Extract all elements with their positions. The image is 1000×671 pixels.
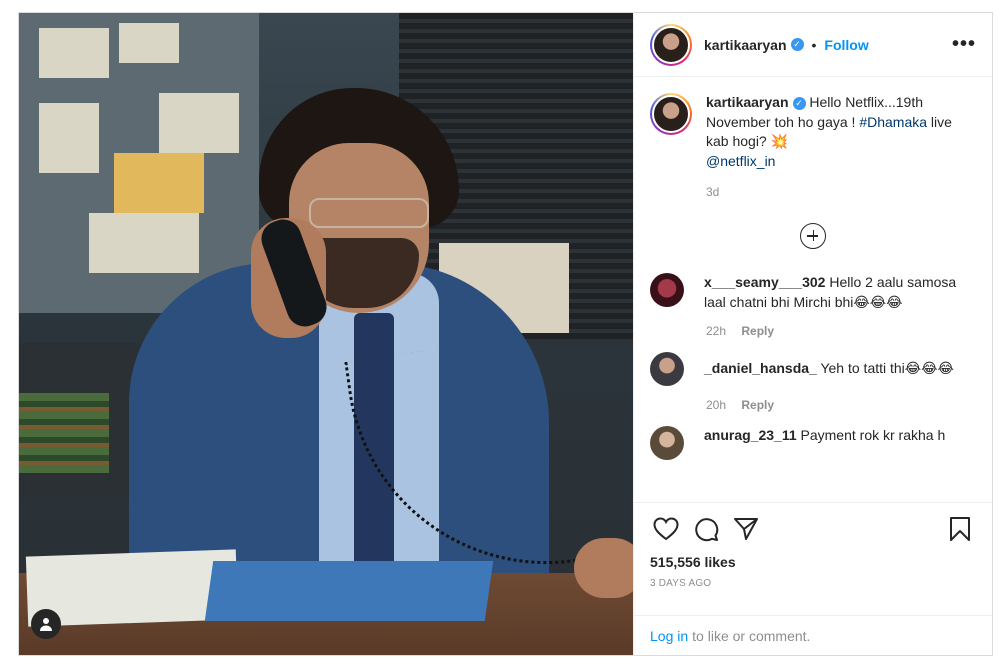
post-photo[interactable] [19, 13, 633, 655]
follow-button[interactable]: Follow [824, 37, 868, 53]
login-prompt: Log in to like or comment. [634, 615, 992, 655]
avatar[interactable] [650, 352, 684, 386]
reply-button[interactable]: Reply [741, 324, 774, 338]
verified-badge-icon: ✓ [792, 97, 806, 110]
caption-username[interactable]: kartikaaryan [706, 94, 789, 110]
comment-text: _daniel_hansda_ Yeh to tatti thi😂😂😂 [704, 352, 964, 386]
comment-body: Payment rok kr rakha h [800, 427, 946, 443]
comments-section[interactable]: kartikaaryan ✓ Hello Netflix...19th Novem… [634, 77, 992, 502]
avatar[interactable] [650, 426, 684, 460]
wall-note [39, 28, 109, 78]
avatar[interactable] [650, 273, 684, 307]
wall-note [114, 153, 204, 213]
tagged-user-icon[interactable] [31, 609, 61, 639]
comment-username[interactable]: _daniel_hansda_ [704, 360, 817, 376]
avatar-image [652, 95, 690, 133]
comment: _daniel_hansda_ Yeh to tatti thi😂😂😂 [650, 352, 976, 386]
caption-text: kartikaaryan ✓ Hello Netflix...19th Novem… [706, 93, 976, 171]
save-button[interactable] [940, 509, 980, 549]
avatar-image [652, 25, 690, 64]
comment-text: x___seamy___302 Hello 2 aalu samosa laal… [704, 273, 964, 312]
books [19, 393, 109, 473]
separator-dot: • [811, 36, 817, 53]
action-bar [634, 502, 992, 554]
wall-note [159, 93, 239, 153]
login-link[interactable]: Log in [650, 628, 688, 644]
comment-username[interactable]: x___seamy___302 [704, 274, 825, 290]
comment-meta: 20h Reply [706, 398, 976, 412]
caption-age: 3d [706, 185, 720, 199]
avatar[interactable] [650, 93, 692, 135]
glasses [309, 198, 429, 228]
share-button[interactable] [726, 509, 766, 549]
bookmark-icon [950, 516, 970, 541]
login-text: to like or comment. [692, 627, 811, 644]
post-timestamp: 3 DAYS AGO [650, 578, 712, 589]
blue-folder [204, 561, 494, 621]
comment-age: 20h [706, 398, 727, 412]
instagram-post: kartikaaryan ✓ • Follow ••• kartikaaryan… [18, 12, 993, 656]
mention-link[interactable]: @netflix_in [706, 153, 775, 169]
comment: x___seamy___302 Hello 2 aalu samosa laal… [650, 273, 976, 312]
wall-note [89, 213, 199, 273]
comment-button[interactable] [686, 509, 726, 549]
reply-button[interactable]: Reply [741, 398, 774, 412]
post-header: kartikaaryan ✓ • Follow ••• [634, 13, 992, 77]
avatar[interactable] [650, 23, 692, 66]
wall-note [39, 103, 99, 173]
comment: anurag_23_11 Payment rok kr rakha h [650, 426, 976, 460]
caption: kartikaaryan ✓ Hello Netflix...19th Novem… [650, 93, 976, 171]
more-options-icon[interactable]: ••• [952, 33, 976, 56]
hand [574, 538, 633, 598]
hashtag-link[interactable]: #Dhamaka [859, 114, 927, 130]
comment-body: Yeh to tatti thi😂😂😂 [820, 360, 954, 376]
verified-badge-icon: ✓ [790, 38, 804, 51]
comment-text: anurag_23_11 Payment rok kr rakha h [704, 426, 964, 460]
comment-age: 22h [706, 324, 727, 338]
wall-note [119, 23, 179, 63]
plus-circle-icon[interactable] [800, 223, 826, 249]
comment-meta: 22h Reply [706, 324, 976, 338]
load-more-comments[interactable] [650, 223, 976, 249]
like-button[interactable] [646, 509, 686, 549]
paper-plane-icon [734, 517, 758, 540]
post-sidebar: kartikaaryan ✓ • Follow ••• kartikaaryan… [633, 13, 992, 655]
header-username[interactable]: kartikaaryan [704, 37, 787, 53]
like-count[interactable]: 515,556 likes [634, 554, 992, 570]
heart-icon [653, 516, 679, 540]
comment-icon [695, 517, 719, 541]
user-icon [40, 618, 52, 631]
comment-username[interactable]: anurag_23_11 [704, 427, 797, 443]
